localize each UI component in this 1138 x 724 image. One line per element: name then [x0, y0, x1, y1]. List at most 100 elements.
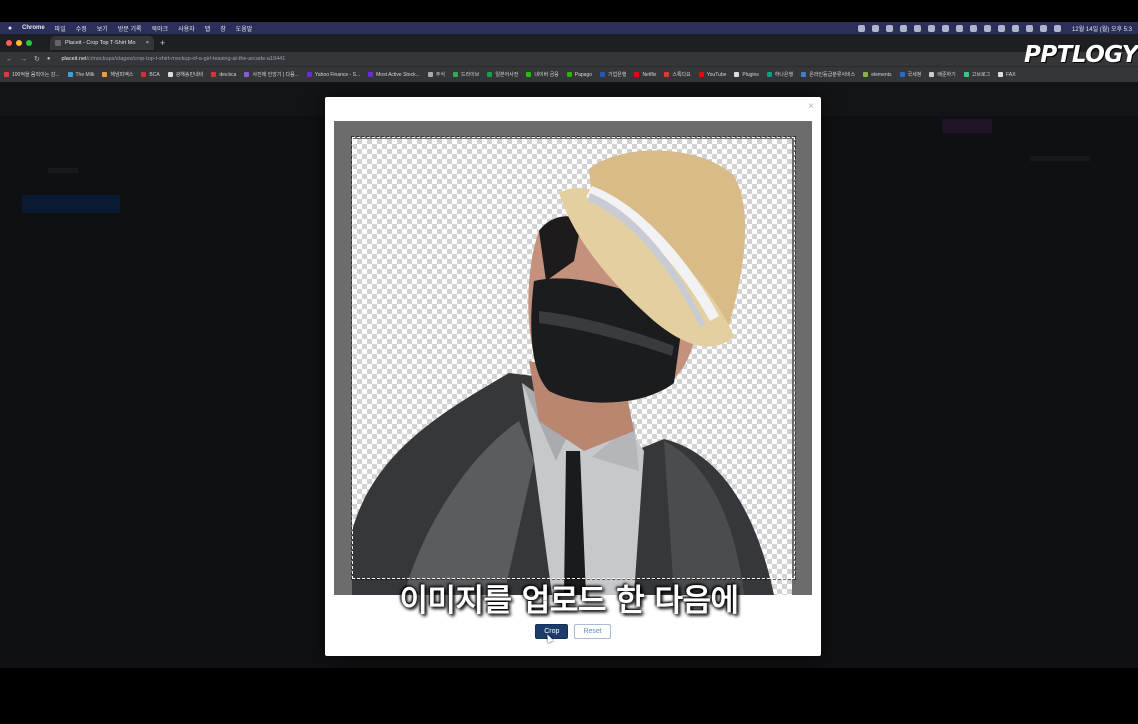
- bookmark-item[interactable]: 배준하기: [929, 71, 956, 78]
- toolbar: ← → ↻ ● placeit.net/c/mockups/stages/cro…: [0, 52, 1138, 66]
- volume-icon[interactable]: [984, 24, 992, 32]
- apple-icon[interactable]: ●: [6, 25, 14, 32]
- bookmark-item[interactable]: YouTube: [698, 71, 727, 78]
- bookmark-item[interactable]: Most Active Stock...: [368, 72, 420, 78]
- bookmark-label: 온라인등급분류서비스: [809, 72, 856, 78]
- bookmark-favicon-icon: [664, 72, 670, 77]
- bookmark-item[interactable]: 기업은행: [600, 71, 626, 78]
- macos-menu-bar: ● Chrome 파일 수정 보기 방문 기록 북마크 사용자 탭 창 도움말 …: [0, 22, 1138, 34]
- status-tray: 12월 14일 (월) 오후 5:3: [858, 24, 1132, 33]
- bookmark-favicon-icon: [141, 72, 147, 77]
- bookmark-label: FAX: [1006, 71, 1016, 78]
- bookmark-item[interactable]: 사진에 인앙기 | 다음...: [244, 71, 299, 78]
- menu-edit[interactable]: 수정: [76, 24, 87, 33]
- bookmark-label: BCA: [149, 71, 160, 78]
- control-center-icon[interactable]: [1054, 24, 1062, 32]
- menu-history[interactable]: 방문 기록: [118, 24, 142, 33]
- tray-icon[interactable]: [928, 24, 936, 32]
- battery-icon[interactable]: [1012, 24, 1020, 32]
- bookmark-item[interactable]: FAX: [998, 71, 1016, 78]
- bookmark-favicon-icon: [306, 72, 312, 77]
- menu-clock[interactable]: 12월 14일 (월) 오후 5:3: [1072, 24, 1132, 33]
- bookmark-item[interactable]: 고브로그: [963, 71, 990, 78]
- bookmark-item[interactable]: 온라인등급분류서비스: [801, 71, 855, 78]
- bookmark-label: 사진에 인앙기 | 다음...: [252, 72, 299, 78]
- bookmark-label: dev.bca: [219, 71, 237, 78]
- menu-profiles[interactable]: 사용자: [178, 24, 195, 33]
- bookmark-item[interactable]: 네이버 금융: [526, 71, 559, 78]
- bookmark-item[interactable]: Netflix: [634, 72, 656, 78]
- bookmark-label: Papago: [574, 71, 593, 78]
- bookmark-favicon-icon: [929, 72, 935, 77]
- bookmark-item[interactable]: Yahoo Finance - S...: [306, 72, 360, 78]
- crop-canvas[interactable]: [334, 121, 812, 595]
- search-icon[interactable]: [1040, 24, 1048, 32]
- bookmark-item[interactable]: dev.bca: [211, 72, 236, 78]
- bookmark-favicon-icon: [211, 72, 217, 77]
- tray-icon[interactable]: [900, 24, 908, 32]
- maximize-window-icon[interactable]: [26, 40, 32, 46]
- bookmark-item[interactable]: 하나은행: [766, 71, 793, 78]
- bookmark-item[interactable]: elements: [863, 71, 892, 78]
- reset-button[interactable]: Reset: [574, 624, 611, 639]
- bookmark-favicon-icon: [102, 72, 108, 77]
- tab-title: Placeit - Crop Top T-Shirt Mo: [65, 40, 136, 46]
- reload-icon[interactable]: ↻: [34, 55, 40, 63]
- close-window-icon[interactable]: [6, 40, 12, 46]
- close-icon[interactable]: ×: [808, 101, 814, 112]
- lock-icon[interactable]: ●: [47, 56, 51, 62]
- bookmark-item[interactable]: 드라이브: [452, 71, 479, 78]
- bookmark-item[interactable]: Plugins: [734, 72, 759, 78]
- favicon-icon: [55, 40, 61, 46]
- url-domain: placeit.net: [61, 56, 87, 62]
- forward-icon[interactable]: →: [20, 56, 27, 63]
- bookmark-item[interactable]: 100억을 움직이는 감...: [4, 71, 60, 78]
- browser-tab-placeit[interactable]: Placeit - Crop Top T-Shirt Mo ×: [50, 36, 154, 50]
- address-bar[interactable]: placeit.net/c/mockups/stages/crop-top-t-…: [62, 56, 286, 62]
- tray-icon[interactable]: [872, 24, 880, 32]
- bookmark-item[interactable]: 해냄피엑스: [102, 71, 133, 78]
- bookmark-item[interactable]: The Milk: [67, 72, 94, 78]
- bookmark-item[interactable]: 광해송민네비: [167, 71, 204, 78]
- dimmed-button: [22, 195, 120, 213]
- dimmed-button: [942, 119, 992, 133]
- back-icon[interactable]: ←: [6, 56, 13, 63]
- tray-icon[interactable]: [886, 24, 894, 32]
- menu-bookmarks[interactable]: 북마크: [152, 24, 169, 33]
- tray-icon[interactable]: [858, 24, 866, 32]
- bookmark-favicon-icon: [427, 72, 433, 77]
- menu-view[interactable]: 보기: [97, 24, 108, 33]
- crop-selection[interactable]: [351, 136, 796, 580]
- close-tab-icon[interactable]: ×: [146, 40, 149, 46]
- menu-tab[interactable]: 탭: [205, 24, 211, 33]
- crop-modal: × Crop Reset: [325, 97, 821, 656]
- minimize-window-icon[interactable]: [16, 40, 22, 46]
- tray-icon[interactable]: [970, 24, 978, 32]
- bookmark-item[interactable]: Papago: [566, 71, 593, 78]
- wifi-icon[interactable]: [1026, 24, 1034, 32]
- bookmark-label: 배준하기: [937, 72, 956, 78]
- menu-app-chrome[interactable]: Chrome: [22, 25, 45, 31]
- menu-window[interactable]: 창: [220, 24, 226, 33]
- bookmark-item[interactable]: 주식: [427, 71, 445, 78]
- bookmark-label: 국세청: [907, 72, 922, 78]
- tray-icon[interactable]: [914, 24, 922, 32]
- bookmark-item[interactable]: 스톡다요: [664, 71, 691, 78]
- bookmark-favicon-icon: [734, 72, 740, 77]
- bookmark-label: YouTube: [706, 71, 727, 78]
- tray-icon[interactable]: [942, 24, 950, 32]
- bookmark-item[interactable]: 일본어사전: [487, 71, 518, 78]
- bookmark-item[interactable]: 국세청: [899, 71, 922, 78]
- menu-file[interactable]: 파일: [55, 24, 66, 33]
- channel-logo: PPTLOGY: [1024, 42, 1138, 68]
- menu-help[interactable]: 도움말: [236, 24, 253, 33]
- tray-icon[interactable]: [956, 24, 964, 32]
- bookmark-label: elements: [871, 71, 892, 78]
- bluetooth-icon[interactable]: [998, 24, 1006, 32]
- crop-actions: Crop Reset: [325, 624, 821, 639]
- bookmark-label: 100억을 움직이는 감...: [12, 72, 60, 78]
- bookmark-favicon-icon: [167, 72, 173, 77]
- new-tab-button[interactable]: +: [160, 38, 165, 48]
- bookmark-label: 광해송민네비: [175, 72, 204, 78]
- bookmark-item[interactable]: BCA: [141, 71, 160, 78]
